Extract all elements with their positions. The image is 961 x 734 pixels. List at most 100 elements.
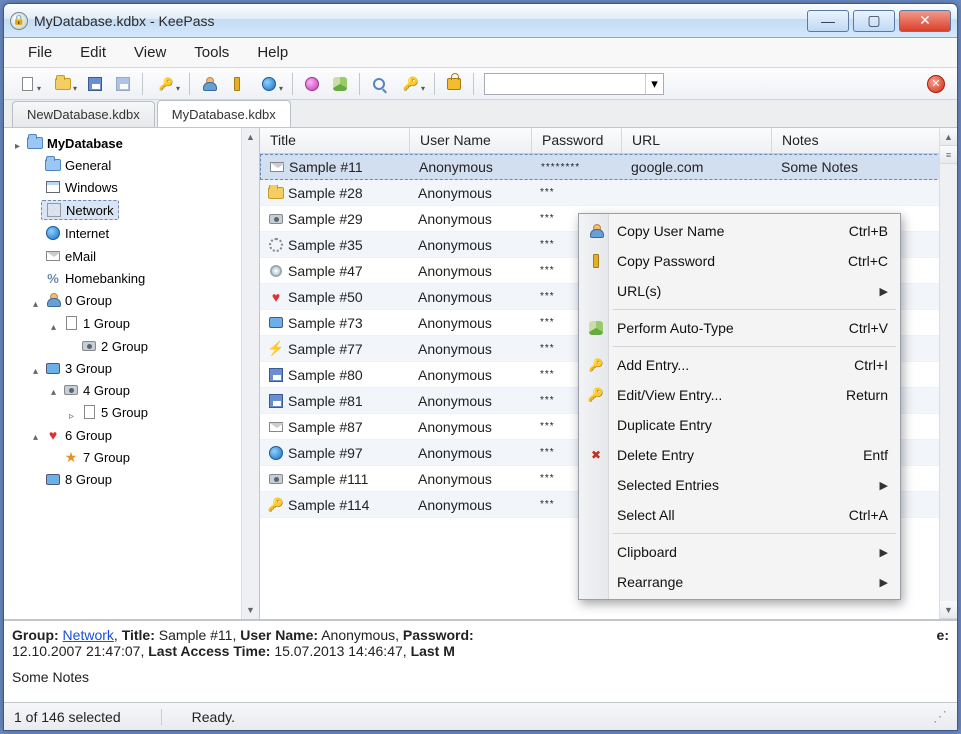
maximize-button[interactable]: ▢ — [853, 10, 895, 32]
entry-details: Group: Network, Title: Sample #11, User … — [4, 620, 957, 702]
copyuser-button[interactable] — [196, 72, 222, 96]
menu-item[interactable]: 🔑Edit/View Entry...Return — [581, 380, 898, 410]
table-row[interactable]: Sample #28Anonymous*** — [260, 180, 957, 206]
menubar: File Edit View Tools Help — [4, 38, 957, 68]
chevron-right-icon: ▶ — [880, 285, 888, 298]
menu-item[interactable]: Selected Entries▶ — [581, 470, 898, 500]
disk-icon — [268, 367, 284, 383]
column-headers[interactable]: Title User Name Password URL Notes — [260, 128, 957, 154]
keys-icon: 🔑 — [268, 497, 284, 513]
autotype-button[interactable] — [327, 72, 353, 96]
tab-mydatabase[interactable]: MyDatabase.kdbx — [157, 100, 291, 127]
titlebar[interactable]: 🔒 MyDatabase.kdbx - KeePass — ▢ ✕ — [4, 4, 957, 38]
menu-item[interactable]: 🔑Add Entry...Ctrl+I — [581, 350, 898, 380]
cam-icon — [268, 471, 284, 487]
search-combo[interactable]: ▾ — [484, 73, 664, 95]
chevron-right-icon: ▶ — [880, 479, 888, 492]
env-icon — [269, 159, 285, 175]
keyadd-icon: 🔑 — [586, 355, 606, 375]
menu-edit[interactable]: Edit — [80, 44, 106, 61]
tree-item[interactable]: eMail — [6, 245, 257, 267]
new-button[interactable] — [10, 72, 44, 96]
env-icon — [45, 248, 61, 264]
tree-scrollbar[interactable]: ▲▼ — [241, 128, 259, 619]
menu-help[interactable]: Help — [257, 44, 288, 61]
wand-icon: ⚡ — [268, 341, 284, 357]
tree-item[interactable]: ▴4 Group — [6, 379, 257, 401]
menu-tools[interactable]: Tools — [194, 44, 229, 61]
col-title[interactable]: Title — [260, 128, 410, 153]
tree-item[interactable]: ★7 Group — [6, 446, 257, 468]
status-message: Ready. — [192, 709, 235, 725]
tree-item[interactable]: Windows — [6, 176, 257, 198]
tree-item[interactable]: Internet — [6, 222, 257, 245]
status-selection: 1 of 146 selected — [14, 709, 162, 725]
tree-item[interactable]: ▴♥6 Group — [6, 424, 257, 446]
gear-icon — [268, 237, 284, 253]
menu-item[interactable]: ✖Delete EntryEntf — [581, 440, 898, 470]
findentry-button[interactable]: 🔑 — [394, 72, 428, 96]
table-row[interactable]: Sample #11Anonymous********google.comSom… — [260, 154, 957, 180]
group-tree[interactable]: ▸MyDatabaseGeneralWindowsNetworkInternet… — [4, 128, 260, 619]
copyurl-button[interactable] — [299, 72, 325, 96]
menu-item[interactable]: Copy User NameCtrl+B — [581, 216, 898, 246]
window-title: MyDatabase.kdbx - KeePass — [34, 13, 807, 29]
close-db-button[interactable]: ✕ — [927, 75, 945, 93]
col-username[interactable]: User Name — [410, 128, 532, 153]
pct-icon: % — [45, 270, 61, 286]
tab-newdatabase[interactable]: NewDatabase.kdbx — [12, 101, 155, 127]
tree-item[interactable]: %Homebanking — [6, 267, 257, 289]
col-password[interactable]: Password — [532, 128, 622, 153]
globe-icon — [45, 225, 61, 241]
find-button[interactable] — [366, 72, 392, 96]
entries-scrollbar[interactable]: ▲≡▼ — [939, 128, 957, 619]
cam-icon — [63, 382, 79, 398]
menu-item[interactable]: Copy PasswordCtrl+C — [581, 246, 898, 276]
tree-item[interactable]: ▴0 Group — [6, 289, 257, 312]
menu-file[interactable]: File — [28, 44, 52, 61]
copypass-button[interactable] — [224, 72, 250, 96]
col-notes[interactable]: Notes — [772, 128, 957, 153]
doc-icon — [81, 404, 97, 420]
minimize-button[interactable]: — — [807, 10, 849, 32]
context-menu[interactable]: Copy User NameCtrl+BCopy PasswordCtrl+CU… — [578, 213, 901, 600]
close-button[interactable]: ✕ — [899, 10, 951, 32]
tree-item[interactable]: ▸MyDatabase — [6, 132, 257, 154]
tree-item[interactable]: ▴3 Group — [6, 357, 257, 379]
menu-item[interactable]: Clipboard▶ — [581, 537, 898, 567]
person-icon — [45, 292, 61, 308]
lock-button[interactable] — [441, 72, 467, 96]
tree-item[interactable]: 8 Group — [6, 468, 257, 490]
saveall-button[interactable] — [110, 72, 136, 96]
save-button[interactable] — [82, 72, 108, 96]
toolbar: 🔑 🔑 ▾ ✕ — [4, 68, 957, 100]
tree-icon — [586, 318, 606, 338]
disc-icon — [268, 263, 284, 279]
keys-icon: 🔑 — [586, 385, 606, 405]
tree-item[interactable]: ▴1 Group — [6, 312, 257, 335]
open-button[interactable] — [46, 72, 80, 96]
detail-notes: Some Notes — [12, 669, 949, 685]
menu-item[interactable]: Rearrange▶ — [581, 567, 898, 597]
menu-view[interactable]: View — [134, 44, 166, 61]
db-tabs: NewDatabase.kdbx MyDatabase.kdbx — [4, 100, 957, 128]
mon-icon — [45, 360, 61, 376]
menu-item[interactable]: Select AllCtrl+A — [581, 500, 898, 530]
openurl-button[interactable] — [252, 72, 286, 96]
menu-item[interactable]: Duplicate Entry — [581, 410, 898, 440]
chevron-down-icon[interactable]: ▾ — [645, 74, 663, 94]
menu-item[interactable]: URL(s)▶ — [581, 276, 898, 306]
tree-item[interactable]: 2 Group — [6, 335, 257, 357]
col-url[interactable]: URL — [622, 128, 772, 153]
folder-blue-icon — [27, 135, 43, 151]
tree-item[interactable]: Network — [6, 198, 257, 222]
resize-grip-icon[interactable]: ⋰ — [933, 708, 947, 725]
folder-blue-icon — [45, 157, 61, 173]
tree-item[interactable]: General — [6, 154, 257, 176]
menu-item[interactable]: Perform Auto-TypeCtrl+V — [581, 313, 898, 343]
detail-group-link[interactable]: Network — [63, 627, 114, 643]
addentry-button[interactable]: 🔑 — [149, 72, 183, 96]
tree-item[interactable]: ▹5 Group — [6, 401, 257, 424]
mon-icon — [45, 471, 61, 487]
disk-icon — [268, 393, 284, 409]
